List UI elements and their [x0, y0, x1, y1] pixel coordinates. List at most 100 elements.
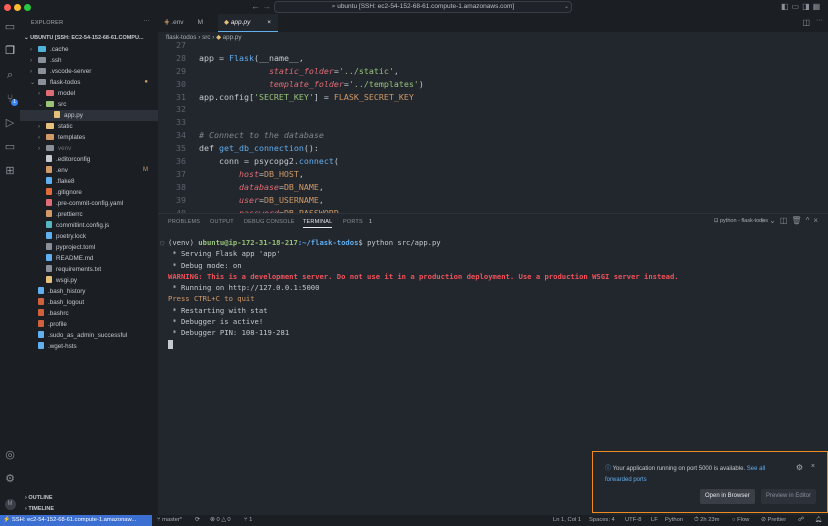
flow-indicator[interactable]: ○ Flow	[732, 515, 749, 526]
tree-item-label: .gitignore	[56, 189, 82, 196]
chevron-down-icon[interactable]: ⌄	[564, 3, 569, 10]
layout-toggle-icons[interactable]: ◧▭◨▦	[781, 2, 823, 11]
tree-item[interactable]: › templates	[20, 132, 158, 143]
tree-item[interactable]: app.py	[20, 110, 158, 121]
terminal-line: * Debugger PIN: 108-119-281	[168, 328, 290, 338]
panel-tab-ports[interactable]: PORTS	[343, 219, 363, 225]
extensions-icon[interactable]: ⊞	[3, 164, 17, 178]
file-icon	[46, 232, 52, 239]
code-editor[interactable]: 27 28 app = Flask(__name__, 29 static_folde…	[158, 39, 828, 219]
outline-section[interactable]: › OUTLINE	[20, 493, 158, 504]
tree-item[interactable]: .bash_history	[20, 286, 158, 297]
tree-item[interactable]: requirements.txt	[20, 264, 158, 275]
line-number: 28	[176, 52, 186, 63]
account-icon[interactable]: ◎	[3, 448, 17, 462]
gear-icon[interactable]: ⚙	[3, 472, 17, 486]
tree-item[interactable]: commitlint.config.js	[20, 220, 158, 231]
more-actions-icon[interactable]: ···	[816, 17, 823, 24]
line-ending[interactable]: LF	[651, 515, 658, 526]
gear-icon[interactable]: ⚙	[796, 463, 803, 472]
split-editor-icon[interactable]: ◫	[802, 18, 810, 27]
language-mode[interactable]: Python	[665, 515, 683, 526]
folder-icon[interactable]: ▭	[3, 20, 17, 34]
encoding[interactable]: UTF-8	[625, 515, 641, 526]
time-tracker[interactable]: ⏱ 2h 23m	[694, 515, 719, 526]
tree-item[interactable]: README.md	[20, 253, 158, 264]
file-icon	[46, 166, 52, 173]
tab-app-py[interactable]: ◆ app.py ×	[218, 14, 278, 32]
code-line: 28 app = Flask(__name__,	[158, 52, 828, 65]
indentation[interactable]: Spaces: 4	[589, 515, 615, 526]
file-icon	[46, 243, 52, 250]
problems-indicator[interactable]: ⊗ 0 △ 0	[210, 515, 231, 526]
panel-tab-terminal[interactable]: TERMINAL	[303, 219, 333, 228]
explorer-icon[interactable]: ❐	[3, 44, 17, 58]
tree-item[interactable]: .editorconfig	[20, 154, 158, 165]
cursor-position[interactable]: Ln 1, Col 1	[553, 515, 581, 526]
copilot-icon[interactable]: ☍	[798, 515, 804, 526]
line-number: 32	[176, 104, 186, 115]
more-actions-icon[interactable]: ···	[144, 18, 150, 24]
panel-tab-debug-console[interactable]: DEBUG CONSOLE	[244, 219, 295, 225]
tree-item[interactable]: › venv	[20, 143, 158, 154]
tree-item[interactable]: .pre-commit-config.yaml	[20, 198, 158, 209]
terminal-output[interactable]: ○ (venv) ubuntu@ip-172-31-18-217:~/flask-…	[160, 237, 679, 349]
tree-item[interactable]: ⌄ flask-todos ●	[20, 77, 158, 88]
command-center-search[interactable]: ⌕ ubuntu [SSH: ec2-54-152-68-61.compute-…	[274, 1, 572, 13]
panel-tab-problems[interactable]: PROBLEMS	[168, 219, 200, 225]
tree-item[interactable]: .prettierrc	[20, 209, 158, 220]
tree-item[interactable]: .wget-hsts	[20, 341, 158, 352]
tree-item-label: .bash_history	[48, 288, 86, 295]
source-control-icon[interactable]: ⑂ 1	[3, 92, 18, 106]
tree-item[interactable]: .env M	[20, 165, 158, 176]
close-window-button[interactable]	[4, 4, 11, 11]
tree-item[interactable]: .flake8	[20, 176, 158, 187]
minimize-window-button[interactable]	[14, 4, 21, 11]
tree-item[interactable]: › model	[20, 88, 158, 99]
remote-explorer-icon[interactable]: ▭	[3, 140, 17, 154]
open-in-browser-button[interactable]: Open in Browser	[700, 489, 755, 504]
ports-indicator[interactable]: ⑂ 1	[244, 515, 252, 526]
tree-item[interactable]: wsgi.py	[20, 275, 158, 286]
folder-icon	[38, 79, 46, 85]
prettier-indicator[interactable]: ⊘ Prettier	[761, 515, 786, 526]
preview-in-editor-button[interactable]: Preview in Editor	[761, 489, 817, 504]
timeline-section[interactable]: › TIMELINE	[20, 504, 158, 515]
maximize-window-button[interactable]	[24, 4, 31, 11]
panel-actions[interactable]: +⌄◫🗑︎^×	[760, 216, 822, 225]
tree-item[interactable]: poetry.lock	[20, 231, 158, 242]
run-debug-icon[interactable]: ▷	[3, 116, 17, 130]
close-tab-icon[interactable]: ×	[267, 14, 271, 32]
tab-env[interactable]: ⋕ .env M	[158, 14, 218, 32]
tree-item[interactable]: .bash_logout	[20, 297, 158, 308]
tree-item[interactable]: .bashrc	[20, 308, 158, 319]
forward-arrow-icon[interactable]: →	[262, 1, 271, 11]
port-forward-notification: ⓘ Your application running on port 5000 …	[592, 451, 828, 513]
workspace-root[interactable]: ⌄ UBUNTU [SSH: EC2-54-152-68-61.COMPU...	[20, 33, 158, 44]
code-line: 27	[158, 39, 828, 52]
sync-icon[interactable]: ⟳	[195, 515, 200, 526]
back-arrow-icon[interactable]: ←	[251, 1, 260, 11]
panel-tab-output[interactable]: OUTPUT	[210, 219, 234, 225]
tree-item[interactable]: .profile	[20, 319, 158, 330]
search-icon[interactable]: ⌕	[3, 68, 17, 82]
remote-indicator[interactable]: ⚡ SSH: ec2-54-152-68-61.compute-1.amazon…	[0, 515, 152, 526]
tree-item[interactable]: .sudo_as_admin_successful	[20, 330, 158, 341]
notifications-bell-icon[interactable]: 🔔︎	[815, 515, 822, 526]
tree-item[interactable]: › .vscode-server	[20, 66, 158, 77]
tree-item[interactable]: .gitignore	[20, 187, 158, 198]
tree-item[interactable]: › .cache	[20, 44, 158, 55]
branch-indicator[interactable]: ⑂ master*	[157, 515, 182, 526]
ports-count-badge: 1	[369, 219, 373, 225]
tree-item[interactable]: pyproject.toml	[20, 242, 158, 253]
tree-item[interactable]: › static	[20, 121, 158, 132]
file-icon	[46, 221, 52, 228]
close-notification-icon[interactable]: ×	[811, 463, 815, 470]
file-icon	[38, 331, 44, 338]
tree-item[interactable]: ⌄ src	[20, 99, 158, 110]
tree-item[interactable]: › .ssh	[20, 55, 158, 66]
line-number: 29	[176, 65, 186, 76]
tree-item-label: venv	[58, 145, 72, 152]
avatar[interactable]: M	[4, 499, 16, 510]
code-line: 39 user=DB_USERNAME,	[158, 194, 828, 207]
